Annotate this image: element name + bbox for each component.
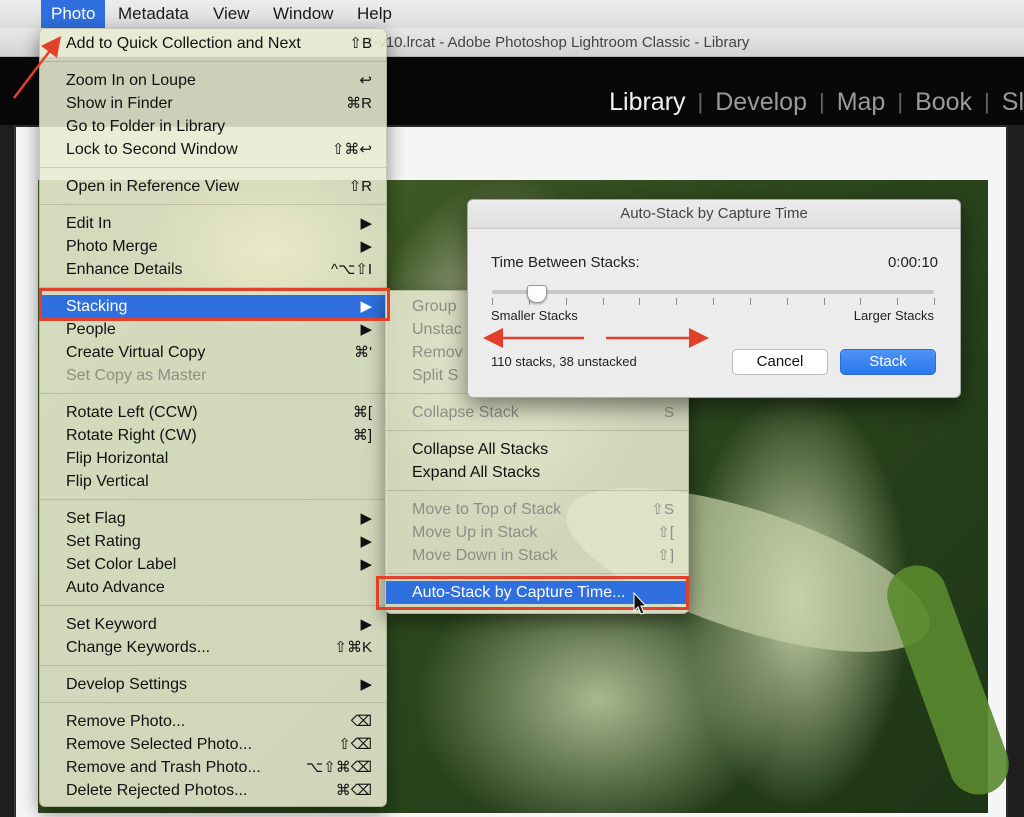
time-slider-thumb[interactable] xyxy=(527,285,548,303)
menu-item-change-keywords[interactable]: Change Keywords... ⇧⌘K xyxy=(40,636,386,659)
module-library[interactable]: Library xyxy=(597,88,697,117)
menu-separator xyxy=(386,573,688,574)
menu-window[interactable]: Window xyxy=(263,0,343,28)
menu-item-rotate-right[interactable]: Rotate Right (CW) ⌘] xyxy=(40,424,386,447)
menu-separator xyxy=(40,499,386,500)
menu-metadata[interactable]: Metadata xyxy=(108,0,199,28)
menu-item-set-rating[interactable]: Set Rating ▶ xyxy=(40,530,386,553)
module-book[interactable]: Book xyxy=(903,88,984,117)
menu-item-edit-in[interactable]: Edit In ▶ xyxy=(40,212,386,235)
slider-tick xyxy=(934,298,935,305)
left-panel xyxy=(0,125,15,817)
menu-item-add-quick-collection[interactable]: Add to Quick Collection and Next ⇧B xyxy=(40,32,386,55)
submenu-item-move-up: Move Up in Stack ⇧[ xyxy=(412,524,674,541)
menu-bar: Photo Metadata View Window Help xyxy=(0,0,1024,29)
menu-item-zoom-in-loupe[interactable]: Zoom In on Loupe ↩ xyxy=(40,69,386,92)
smaller-stacks-label: Smaller Stacks xyxy=(491,308,578,323)
menu-item-lock-second-window[interactable]: Lock to Second Window ⇧⌘↩ xyxy=(40,138,386,161)
module-develop[interactable]: Develop xyxy=(703,88,819,117)
module-picker: Library | Develop | Map | Book | Sl xyxy=(597,84,1024,120)
menu-item-remove-selected[interactable]: Remove Selected Photo... ⇧⌫ xyxy=(40,733,386,756)
menu-separator xyxy=(386,490,688,491)
menu-item-photo-merge[interactable]: Photo Merge ▶ xyxy=(40,235,386,258)
stack-summary: 110 stacks, 38 unstacked xyxy=(491,354,637,369)
larger-stacks-label: Larger Stacks xyxy=(853,308,934,323)
submenu-item-move-top: Move to Top of Stack ⇧S xyxy=(412,501,674,518)
menu-view[interactable]: View xyxy=(203,0,260,28)
menu-item-show-in-finder[interactable]: Show in Finder ⌘R xyxy=(40,92,386,115)
slider-tick xyxy=(787,298,788,305)
menu-item-flip-horizontal[interactable]: Flip Horizontal xyxy=(40,447,386,470)
menu-separator xyxy=(386,430,688,431)
menu-item-auto-advance[interactable]: Auto Advance xyxy=(40,576,386,599)
menu-separator xyxy=(40,167,386,168)
menu-item-virtual-copy[interactable]: Create Virtual Copy ⌘' xyxy=(40,341,386,364)
menu-separator xyxy=(40,665,386,666)
slider-tick xyxy=(897,298,898,305)
submenu-item-collapse-all[interactable]: Collapse All Stacks xyxy=(386,438,688,461)
slider-tick xyxy=(566,298,567,305)
menu-item-delete-rejected[interactable]: Delete Rejected Photos... ⌘⌫ xyxy=(40,779,386,802)
time-between-label: Time Between Stacks: xyxy=(491,254,640,271)
slider-tick xyxy=(603,298,604,305)
menu-item-reference-view[interactable]: Open in Reference View ⇧R xyxy=(40,175,386,198)
submenu-item-expand-all[interactable]: Expand All Stacks xyxy=(386,461,688,484)
menu-separator xyxy=(40,605,386,606)
stack-button[interactable]: Stack xyxy=(840,349,936,375)
slider-tick xyxy=(824,298,825,305)
annotation-box-auto-stack xyxy=(376,576,689,610)
submenu-item-collapse-stack: Collapse Stack S xyxy=(412,404,674,421)
menu-item-set-copy-master: Set Copy as Master xyxy=(66,367,207,384)
time-slider-track[interactable] xyxy=(492,290,934,294)
menu-help[interactable]: Help xyxy=(347,0,402,28)
slider-tick xyxy=(676,298,677,305)
submenu-item-move-down: Move Down in Stack ⇧] xyxy=(412,547,674,564)
menu-item-set-flag[interactable]: Set Flag ▶ xyxy=(40,507,386,530)
menu-item-set-keyword[interactable]: Set Keyword ▶ xyxy=(40,613,386,636)
module-slideshow[interactable]: Sl xyxy=(990,88,1024,117)
annotation-box-stacking xyxy=(39,288,390,321)
menu-item-people[interactable]: People ▶ xyxy=(40,318,386,341)
slider-tick xyxy=(639,298,640,305)
menu-item-remove-trash[interactable]: Remove and Trash Photo... ⌥⇧⌘⌫ xyxy=(40,756,386,779)
slider-tick xyxy=(713,298,714,305)
dialog-title: Auto-Stack by Capture Time xyxy=(468,200,960,229)
menu-separator xyxy=(40,393,386,394)
menu-separator xyxy=(40,204,386,205)
right-panel xyxy=(1008,125,1024,817)
menu-item-flip-vertical[interactable]: Flip Vertical xyxy=(40,470,386,493)
window-title: -2-v10.lrcat - Adobe Photoshop Lightroom… xyxy=(360,34,750,51)
cancel-button[interactable]: Cancel xyxy=(732,349,828,375)
menu-item-rotate-left[interactable]: Rotate Left (CCW) ⌘[ xyxy=(40,401,386,424)
menu-item-develop-settings[interactable]: Develop Settings ▶ xyxy=(40,673,386,696)
photo-menu: Add to Quick Collection and Next ⇧B Zoom … xyxy=(39,28,387,807)
menu-photo[interactable]: Photo xyxy=(41,0,106,28)
menu-item-enhance-details[interactable]: Enhance Details ^⌥⇧I xyxy=(40,258,386,281)
time-value: 0:00:10 xyxy=(887,254,938,271)
menu-separator xyxy=(40,702,386,703)
slider-tick xyxy=(492,298,493,305)
menu-item-remove-photo[interactable]: Remove Photo... ⌫ xyxy=(40,710,386,733)
slider-tick xyxy=(860,298,861,305)
menu-item-set-color-label[interactable]: Set Color Label ▶ xyxy=(40,553,386,576)
slider-tick xyxy=(750,298,751,305)
menu-item-go-to-folder[interactable]: Go to Folder in Library xyxy=(40,115,386,138)
module-map[interactable]: Map xyxy=(825,88,898,117)
menu-separator xyxy=(40,61,386,62)
